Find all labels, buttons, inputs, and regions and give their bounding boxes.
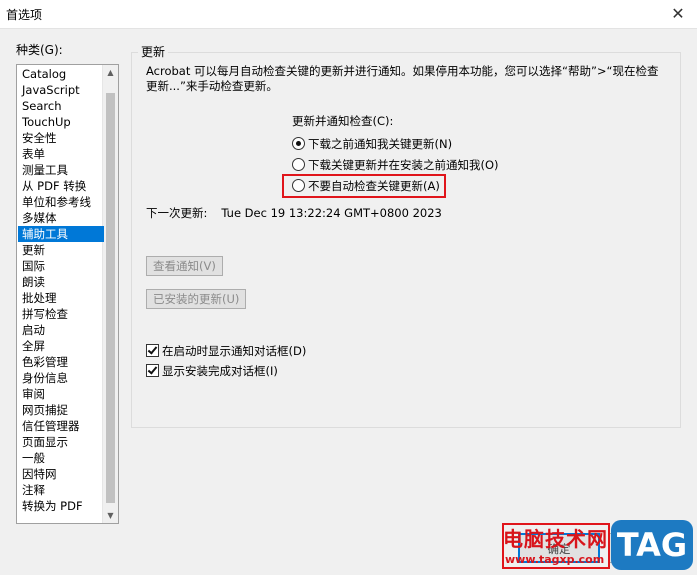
category-item[interactable]: 朗读 [18, 274, 104, 290]
category-item[interactable]: 多媒体 [18, 210, 104, 226]
scroll-thumb[interactable] [106, 93, 115, 503]
window-title: 首选项 [6, 8, 43, 22]
radio-label: 下载关键更新并在安装之前通知我(O) [308, 158, 499, 172]
checkbox-label: 显示安装完成对话框(I) [162, 364, 278, 378]
category-item[interactable]: 网页捕捉 [18, 402, 104, 418]
scroll-down-icon[interactable]: ▼ [103, 508, 118, 523]
watermark-tag-logo: TAG [611, 520, 693, 570]
category-item[interactable]: 启动 [18, 322, 104, 338]
watermark-url: www.tagxp.com [505, 553, 605, 566]
category-item[interactable]: 转换为 PDF [18, 498, 104, 514]
category-item[interactable]: 信任管理器 [18, 418, 104, 434]
category-item[interactable]: 国际 [18, 258, 104, 274]
view-notifications-button[interactable]: 查看通知(V) [146, 256, 223, 276]
next-update-row: 下一次更新: Tue Dec 19 13:22:24 GMT+0800 2023 [146, 205, 442, 221]
category-item[interactable]: 因特网 [18, 466, 104, 482]
category-item[interactable]: 注释 [18, 482, 104, 498]
checkbox-show-install-complete[interactable]: 显示安装完成对话框(I) [146, 362, 278, 380]
check-label: 更新并通知检查(C): [292, 114, 394, 128]
category-item[interactable]: 全屏 [18, 338, 104, 354]
checkbox-label: 在启动时显示通知对话框(D) [162, 344, 307, 358]
category-item[interactable]: Search [18, 98, 104, 114]
category-item[interactable]: 一般 [18, 450, 104, 466]
categories-list[interactable]: ▲ ▼ Catalog JavaScript Search TouchUp 安全性 表单测… [16, 64, 119, 524]
update-group-title: 更新 [138, 43, 169, 60]
category-item[interactable]: 拼写检查 [18, 306, 104, 322]
category-item[interactable]: 从 PDF 转换 [18, 178, 104, 194]
category-item[interactable]: 安全性 [18, 130, 104, 146]
category-item[interactable]: 辅助工具 [18, 226, 104, 242]
watermark-site-name: 电脑技术网 [503, 527, 608, 551]
categories-scrollbar[interactable]: ▲ ▼ [102, 65, 118, 523]
category-item[interactable]: 身份信息 [18, 370, 104, 386]
category-item[interactable]: 更新 [18, 242, 104, 258]
radio-button-checked[interactable] [292, 137, 305, 150]
radio-download-then-notify[interactable]: 下载关键更新并在安装之前通知我(O) [292, 156, 499, 174]
highlight-annotation-box [282, 174, 446, 198]
scroll-up-icon[interactable]: ▲ [103, 65, 118, 80]
title-bar: 首选项 ✕ [0, 0, 697, 29]
category-item[interactable]: Catalog [18, 66, 104, 82]
checkbox-show-notification-on-startup[interactable]: 在启动时显示通知对话框(D) [146, 342, 306, 360]
radio-button[interactable] [292, 158, 305, 171]
update-description: Acrobat 可以每月自动检查关键的更新并进行通知。如果停用本功能，您可以选择… [146, 64, 659, 93]
category-item[interactable]: 测量工具 [18, 162, 104, 178]
category-item[interactable]: TouchUp [18, 114, 104, 130]
radio-notify-before-download[interactable]: 下载之前通知我关键更新(N) [292, 135, 452, 153]
next-update-label: 下一次更新: [146, 206, 208, 220]
radio-label: 下载之前通知我关键更新(N) [308, 137, 453, 151]
installed-updates-button[interactable]: 已安装的更新(U) [146, 289, 247, 309]
category-item[interactable]: 色彩管理 [18, 354, 104, 370]
category-item[interactable]: 批处理 [18, 290, 104, 306]
category-item[interactable]: 表单 [18, 146, 104, 162]
category-item[interactable]: 页面显示 [18, 434, 104, 450]
next-update-value: Tue Dec 19 13:22:24 GMT+0800 2023 [221, 206, 442, 220]
category-item[interactable]: 审阅 [18, 386, 104, 402]
category-item[interactable]: JavaScript [18, 82, 104, 98]
category-item[interactable]: 单位和参考线 [18, 194, 104, 210]
close-icon[interactable]: ✕ [665, 3, 691, 25]
categories-label: 种类(G): [16, 43, 63, 57]
checkbox-checked[interactable] [146, 364, 159, 377]
checkbox-checked[interactable] [146, 344, 159, 357]
